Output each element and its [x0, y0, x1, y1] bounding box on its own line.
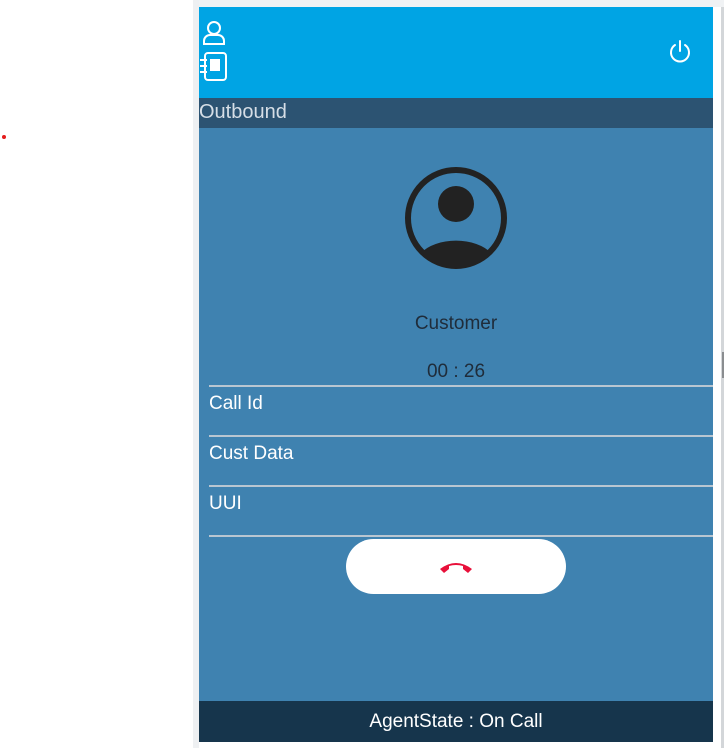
call-timer: 00 : 26 [426, 361, 486, 382]
divider [209, 435, 713, 437]
caller-name: Customer [414, 313, 498, 334]
divider [209, 385, 713, 387]
field-uui: UUI [209, 493, 242, 514]
softphone-header [199, 7, 713, 98]
contacts-book-icon[interactable] [199, 51, 229, 83]
divider [209, 535, 713, 537]
user-icon[interactable] [202, 20, 226, 46]
hangup-button[interactable] [346, 539, 566, 594]
field-call-id: Call Id [209, 393, 263, 414]
field-cust-data: Cust Data [209, 443, 294, 464]
softphone-panel: Outbound Customer 00 : 26 Call Id Cust D… [199, 7, 713, 742]
call-direction-label: Outbound [199, 101, 287, 123]
hangup-phone-icon [440, 562, 472, 573]
divider [209, 485, 713, 487]
red-dot [2, 135, 6, 139]
power-icon[interactable] [668, 39, 692, 65]
agent-state-bar: AgentState : On Call [199, 701, 713, 742]
agent-state-label: AgentState : On Call [369, 711, 543, 732]
top-strip [199, 0, 724, 7]
customer-avatar-icon [405, 167, 507, 269]
